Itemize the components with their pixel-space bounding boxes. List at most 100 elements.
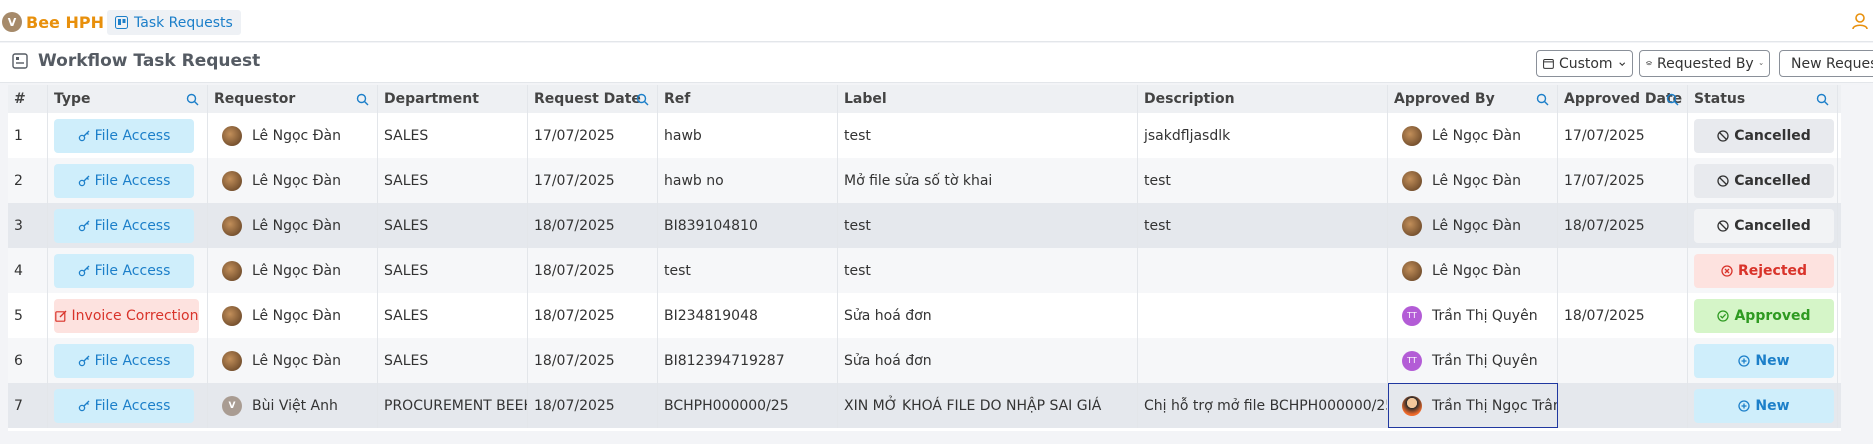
user-icon[interactable] xyxy=(1851,12,1869,30)
approved-by-cell: Lê Ngọc Đàn xyxy=(1388,158,1558,203)
table-row[interactable]: 3 File Access Lê Ngọc Đàn SALES 18/07/20… xyxy=(8,203,1841,248)
status-label: New xyxy=(1755,397,1790,414)
ref-cell: test xyxy=(658,248,838,293)
col-header-num[interactable]: # xyxy=(8,85,48,113)
group-by-button[interactable]: Requested By xyxy=(1639,50,1770,77)
col-header-requestor[interactable]: Requestor xyxy=(208,85,378,113)
approver-name: Trần Thị Quyên xyxy=(1432,352,1538,369)
label-cell: test xyxy=(838,248,1138,293)
search-icon[interactable] xyxy=(1816,93,1829,106)
type-badge[interactable]: File Access xyxy=(54,343,194,378)
status-badge[interactable]: Cancelled xyxy=(1694,163,1834,198)
department-cell: SALES xyxy=(378,293,528,338)
search-icon[interactable] xyxy=(1536,93,1549,106)
app-logo[interactable]: V Bee HPH xyxy=(2,10,104,34)
status-badge[interactable]: Cancelled xyxy=(1694,208,1834,243)
top-bar: V Bee HPH Task Requests xyxy=(0,0,1873,42)
type-label: File Access xyxy=(94,352,171,369)
status-badge[interactable]: Cancelled xyxy=(1694,118,1834,153)
type-label: File Access xyxy=(94,397,171,414)
row-num: 1 xyxy=(8,113,48,158)
col-header-label: Description xyxy=(1144,91,1235,107)
ban-icon xyxy=(1717,174,1729,187)
table-row[interactable]: 6 File Access Lê Ngọc Đàn SALES 18/07/20… xyxy=(8,338,1841,383)
search-icon[interactable] xyxy=(356,93,369,106)
type-cell: Invoice Correction xyxy=(48,293,208,338)
approver-name: Lê Ngọc Đàn xyxy=(1432,127,1521,144)
status-cell: Rejected xyxy=(1688,248,1838,293)
approver-name: Lê Ngọc Đàn xyxy=(1432,217,1521,234)
request-date-cell: 18/07/2025 xyxy=(528,248,658,293)
type-badge[interactable]: Invoice Correction xyxy=(54,298,199,333)
table-row[interactable]: 2 File Access Lê Ngọc Đàn SALES 17/07/20… xyxy=(8,158,1841,203)
approved-date-cell xyxy=(1558,338,1688,383)
row-num: 5 xyxy=(8,293,48,338)
approved-by-cell: TT Trần Thị Quyên xyxy=(1388,293,1558,338)
task-request-table: # Type Requestor Department Request Date… xyxy=(8,85,1841,431)
status-label: New xyxy=(1755,352,1790,369)
status-cell: New xyxy=(1688,338,1838,383)
status-cell: Cancelled xyxy=(1688,113,1838,158)
requestor-cell: Lê Ngọc Đàn xyxy=(208,113,378,158)
col-header-label: # xyxy=(14,91,26,107)
status-badge[interactable]: New xyxy=(1694,388,1834,423)
search-icon[interactable] xyxy=(186,93,199,106)
table-row[interactable]: 5 Invoice Correction Lê Ngọc Đàn SALES 1… xyxy=(8,293,1841,338)
type-badge[interactable]: File Access xyxy=(54,253,194,288)
requestor-name: Bùi Việt Anh xyxy=(252,397,338,414)
request-date-cell: 18/07/2025 xyxy=(528,293,658,338)
status-cell: Approved xyxy=(1688,293,1838,338)
avatar xyxy=(222,305,242,326)
status-badge[interactable]: New xyxy=(1694,343,1834,378)
type-label: Invoice Correction xyxy=(71,307,199,324)
col-header-label: Ref xyxy=(664,91,691,107)
col-header-label[interactable]: Label xyxy=(838,85,1138,113)
type-badge[interactable]: File Access xyxy=(54,208,194,243)
search-icon[interactable] xyxy=(636,93,649,106)
table-row[interactable]: 4 File Access Lê Ngọc Đàn SALES 18/07/20… xyxy=(8,248,1841,293)
type-badge[interactable]: File Access xyxy=(54,118,194,153)
ref-cell: BI234819048 xyxy=(658,293,838,338)
key-icon xyxy=(78,265,90,276)
approved-date-cell: 18/07/2025 xyxy=(1558,293,1688,338)
status-badge[interactable]: Approved xyxy=(1694,298,1834,333)
department-cell: SALES xyxy=(378,203,528,248)
col-header-label: Approved By xyxy=(1394,91,1495,107)
search-icon[interactable] xyxy=(1666,93,1679,106)
type-label: File Access xyxy=(94,172,171,189)
type-cell: File Access xyxy=(48,203,208,248)
requestor-name: Lê Ngọc Đàn xyxy=(252,217,341,234)
logo-mark: V xyxy=(2,12,22,32)
ref-cell: hawb no xyxy=(658,158,838,203)
group-by-label: Requested By xyxy=(1657,55,1754,72)
col-header-approved-date[interactable]: Approved Date xyxy=(1558,85,1688,113)
table-row[interactable]: 7 File Access V Bùi Việt Anh PROCUREMENT … xyxy=(8,383,1841,428)
col-header-department[interactable]: Department xyxy=(378,85,528,113)
x-circle-icon xyxy=(1721,264,1733,277)
new-request-button[interactable]: New Request xyxy=(1779,50,1873,77)
key-icon xyxy=(78,175,90,186)
col-header-type[interactable]: Type xyxy=(48,85,208,113)
requestor-cell: V Bùi Việt Anh xyxy=(208,383,378,428)
description-cell: Chị hỗ trợ mở file BCHPH000000/25 giúp e… xyxy=(1138,383,1388,428)
col-header-label: Status xyxy=(1694,91,1746,107)
custom-filter-button[interactable]: Custom xyxy=(1536,50,1633,77)
plus-circle-icon xyxy=(1738,399,1751,412)
type-badge[interactable]: File Access xyxy=(54,388,194,423)
department-cell: SALES xyxy=(378,158,528,203)
status-badge[interactable]: Rejected xyxy=(1694,253,1834,288)
col-header-description[interactable]: Description xyxy=(1138,85,1388,113)
col-header-status[interactable]: Status xyxy=(1688,85,1838,113)
requestor-name: Lê Ngọc Đàn xyxy=(252,172,341,189)
status-cell: New xyxy=(1688,383,1838,428)
status-cell: Cancelled xyxy=(1688,203,1838,248)
tab-task-requests[interactable]: Task Requests xyxy=(107,10,241,35)
type-cell: File Access xyxy=(48,338,208,383)
col-header-approved-by[interactable]: Approved By xyxy=(1388,85,1558,113)
layers-icon xyxy=(1646,60,1652,66)
table-row[interactable]: 1 File Access Lê Ngọc Đàn SALES 17/07/20… xyxy=(8,113,1841,158)
col-header-request-date[interactable]: Request Date xyxy=(528,85,658,113)
type-badge[interactable]: File Access xyxy=(54,163,194,198)
col-header-ref[interactable]: Ref xyxy=(658,85,838,113)
approved-by-cell[interactable]: Trần Thị Ngọc Trâm xyxy=(1388,383,1558,428)
